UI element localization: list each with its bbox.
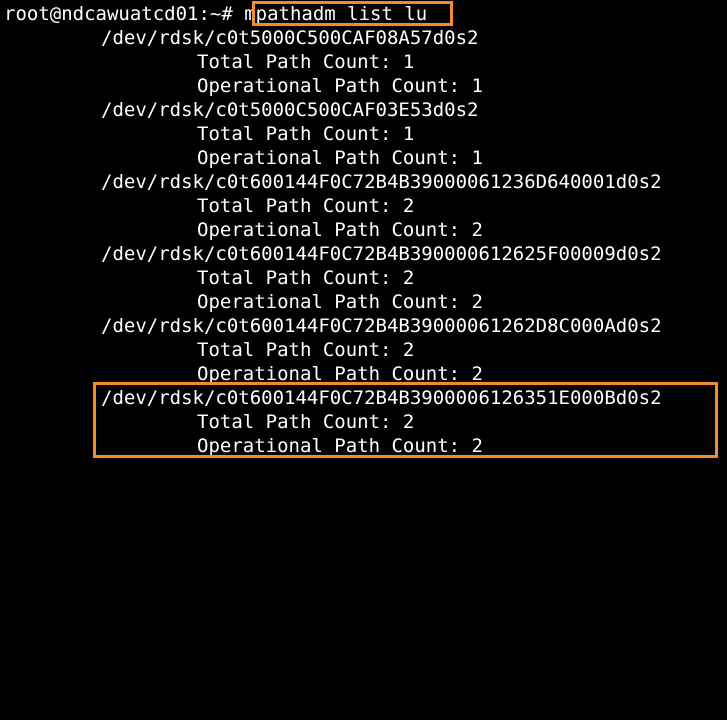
lu-total-path-count: Total Path Count: 1 <box>197 51 415 73</box>
lu-operational-path-count: Operational Path Count: 2 <box>197 219 483 241</box>
lu-operational-path-count: Operational Path Count: 1 <box>197 75 483 97</box>
lu-operational-path-count: Operational Path Count: 2 <box>197 291 483 313</box>
lu-path: /dev/rdsk/c0t5000C500CAF03E53d0s2 <box>101 99 479 121</box>
lu-path: /dev/rdsk/c0t5000C500CAF08A57d0s2 <box>101 27 479 49</box>
lu-path: /dev/rdsk/c0t600144F0C72B4B39000061236D6… <box>101 171 662 193</box>
terminal-window[interactable]: root@ndcawuatcd01:~# mpathadm list lu /d… <box>0 0 727 460</box>
lu-highlight-box <box>93 382 718 458</box>
lu-operational-path-count: Operational Path Count: 1 <box>197 147 483 169</box>
lu-total-path-count: Total Path Count: 2 <box>197 267 415 289</box>
command-highlight-box <box>252 1 453 26</box>
lu-path: /dev/rdsk/c0t600144F0C72B4B390000612625F… <box>101 243 662 265</box>
lu-total-path-count: Total Path Count: 2 <box>197 195 415 217</box>
lu-path: /dev/rdsk/c0t600144F0C72B4B39000061262D8… <box>101 315 662 337</box>
lu-total-path-count: Total Path Count: 1 <box>197 123 415 145</box>
shell-prompt: root@ndcawuatcd01:~# <box>4 3 245 25</box>
lu-total-path-count: Total Path Count: 2 <box>197 339 415 361</box>
